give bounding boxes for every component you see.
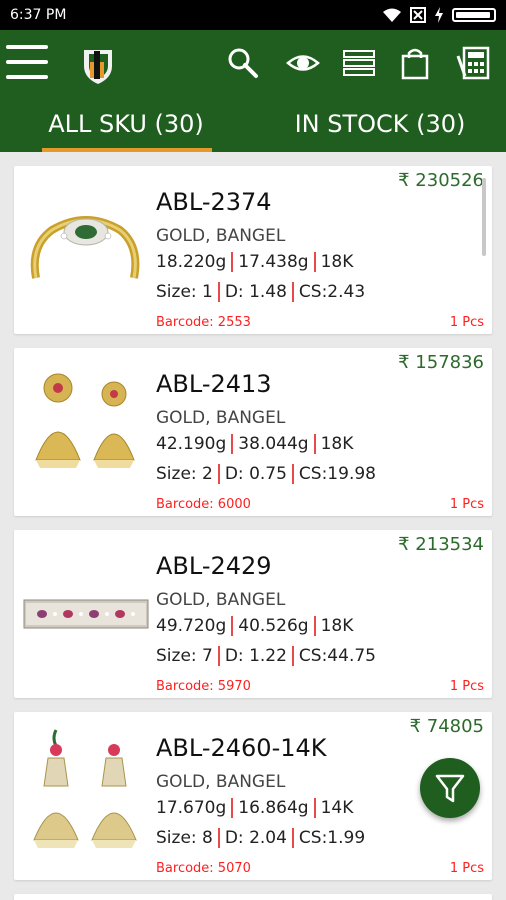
wifi-icon [383,8,401,22]
calculator-icon[interactable] [456,46,490,80]
search-icon[interactable] [226,46,260,80]
product-image-jhumka [22,728,150,860]
separator [231,434,234,454]
product-image-jhumka [22,364,150,496]
size-value: Size: 2 [156,464,213,484]
weight-row: 42.190g 38.044g 18K [156,434,353,454]
net-weight: 38.044g [238,434,309,454]
separator [231,252,234,272]
list-icon[interactable] [342,46,376,80]
colorstone-weight: CS:44.75 [298,646,376,666]
product-card[interactable]: ₹ 157836 ABL-2413 GOLD, BANGEL 42.190g 3… [14,348,492,516]
diamond-weight: D: 2.04 [224,828,287,848]
separator [291,282,294,302]
battery-icon [452,8,496,22]
product-card[interactable]: ₹ 213534 ABL-2429 GOLD, BANGEL 49.720g 4… [14,530,492,698]
status-icons [382,7,496,23]
stone-row: Size: 7 D: 1.22 CS:44.75 [156,646,376,666]
piece-count: 1 Pcs [449,861,484,876]
separator [217,828,220,848]
app-bar [0,30,506,96]
gross-weight: 42.190g [156,434,227,454]
net-weight: 17.438g [238,252,309,272]
no-sim-icon [410,7,426,23]
product-price: ₹ 74805 [409,716,484,737]
barcode: Barcode: 2553 [156,315,251,330]
colorstone-weight: CS:19.98 [298,464,376,484]
separator [313,616,316,636]
barcode: Barcode: 6000 [156,497,251,512]
product-sku: ABL-2413 [156,370,272,398]
product-sku: ABL-2374 [156,188,272,216]
gross-weight: 49.720g [156,616,227,636]
stone-row: Size: 1 D: 1.48 CS:2.43 [156,282,365,302]
karat: 18K [320,434,354,454]
product-type: GOLD, BANGEL [156,772,286,792]
product-price: ₹ 213534 [398,534,484,555]
size-value: Size: 7 [156,646,213,666]
piece-count: 1 Pcs [449,497,484,512]
weight-row: 17.670g 16.864g 14K [156,798,353,818]
tab-bar: ALL SKU (30) IN STOCK (30) [0,96,506,152]
filter-icon [435,774,465,803]
product-image-bracelet [22,546,150,678]
separator [217,646,220,666]
diamond-weight: D: 1.48 [224,282,287,302]
stone-row: Size: 8 D: 2.04 CS:1.99 [156,828,365,848]
product-type: GOLD, BANGEL [156,408,286,428]
diamond-weight: D: 1.22 [224,646,287,666]
separator [313,434,316,454]
weight-row: 49.720g 40.526g 18K [156,616,353,636]
separator [313,252,316,272]
status-time: 6:37 PM [10,7,67,23]
product-card[interactable]: ₹ 230526 ABL-2374 GOLD, BANGEL 18.220g 1… [14,166,492,334]
bag-icon[interactable] [398,46,432,80]
net-weight: 40.526g [238,616,309,636]
size-value: Size: 8 [156,828,213,848]
separator [313,798,316,818]
product-price: ₹ 157836 [398,352,484,373]
product-sku: ABL-2460-14K [156,734,327,762]
product-price: ₹ 230526 [398,170,484,191]
karat: 18K [320,616,354,636]
logo-icon [84,50,112,84]
status-bar: 6:37 PM [0,0,506,30]
product-type: GOLD, BANGEL [156,590,286,610]
diamond-weight: D: 0.75 [224,464,287,484]
karat: 14K [320,798,354,818]
separator [291,646,294,666]
eye-icon[interactable] [286,46,320,80]
size-value: Size: 1 [156,282,213,302]
product-sku: ABL-2429 [156,552,272,580]
gross-weight: 17.670g [156,798,227,818]
tab-in-stock[interactable]: IN STOCK (30) [260,96,500,152]
product-type: GOLD, BANGEL [156,226,286,246]
net-weight: 16.864g [238,798,309,818]
scrollbar[interactable] [482,178,486,256]
separator [231,616,234,636]
colorstone-weight: CS:1.99 [298,828,366,848]
piece-count: 1 Pcs [449,315,484,330]
stone-row: Size: 2 D: 0.75 CS:19.98 [156,464,376,484]
separator [291,464,294,484]
piece-count: 1 Pcs [449,679,484,694]
weight-row: 18.220g 17.438g 18K [156,252,353,272]
filter-button[interactable] [420,758,480,818]
separator [217,282,220,302]
separator [231,798,234,818]
tab-all-sku[interactable]: ALL SKU (30) [40,96,212,152]
colorstone-weight: CS:2.43 [298,282,366,302]
barcode: Barcode: 5070 [156,861,251,876]
barcode: Barcode: 5970 [156,679,251,694]
charging-icon [435,7,443,23]
menu-icon[interactable] [6,45,48,79]
gross-weight: 18.220g [156,252,227,272]
separator [291,828,294,848]
separator [217,464,220,484]
product-image-bangle [22,182,150,314]
karat: 18K [320,252,354,272]
product-card[interactable] [14,894,492,900]
